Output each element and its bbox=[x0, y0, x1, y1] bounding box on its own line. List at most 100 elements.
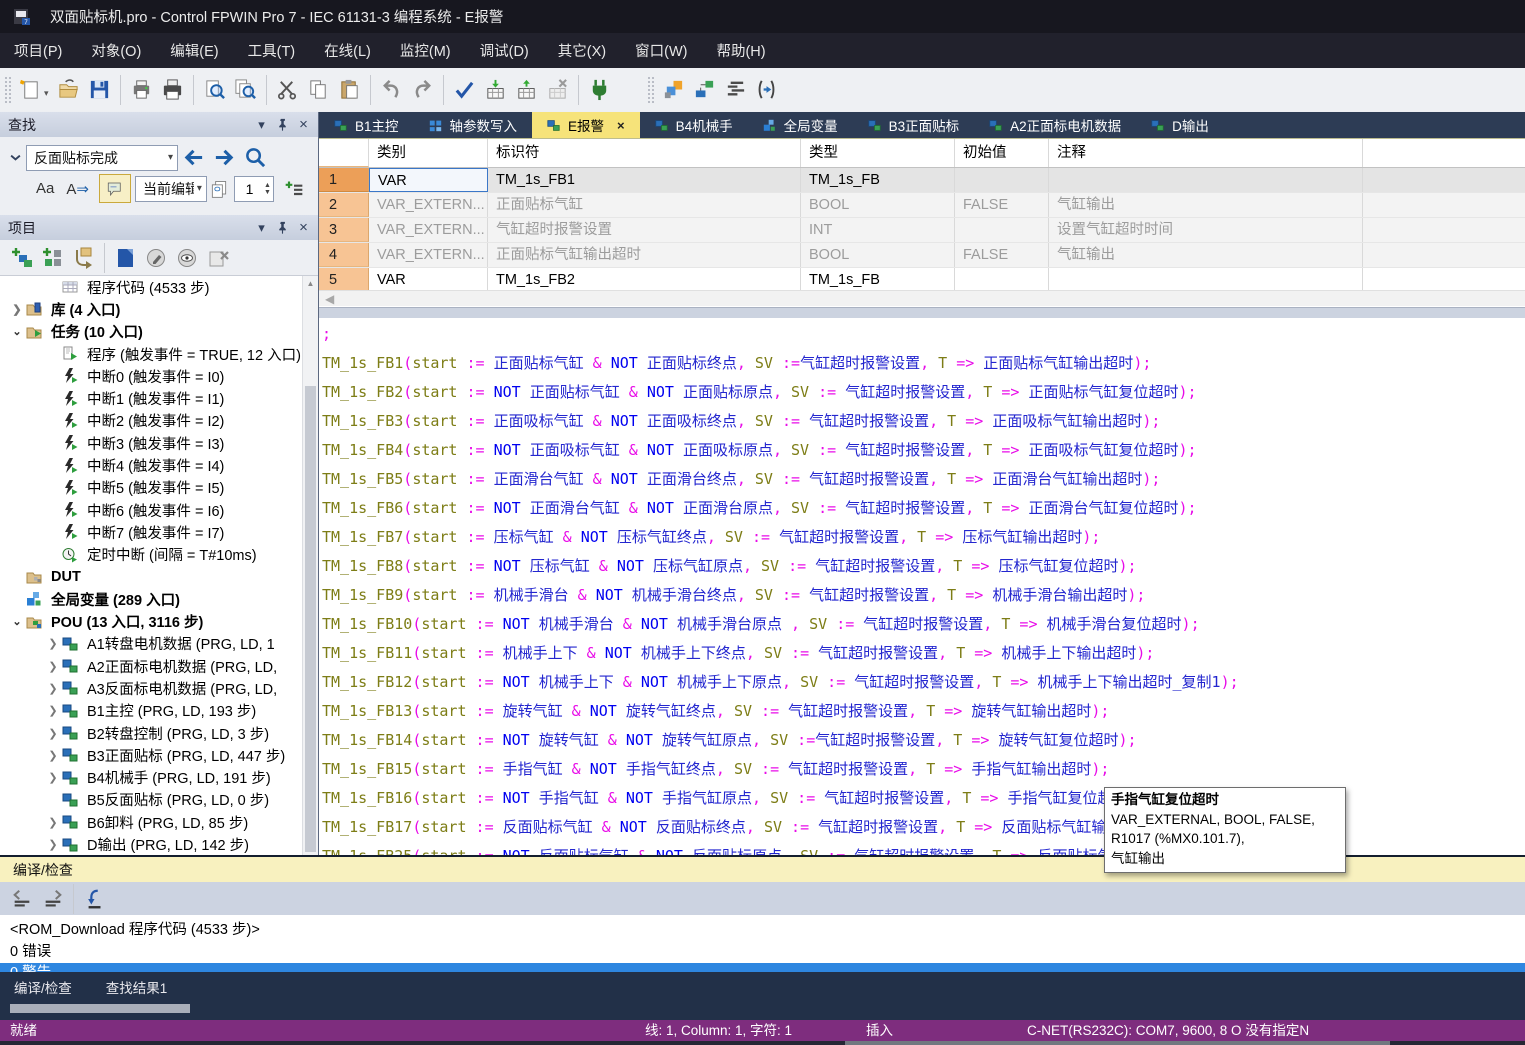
find-icon[interactable] bbox=[201, 76, 228, 103]
expander-icon[interactable]: ❯ bbox=[44, 838, 62, 851]
cell-initial[interactable] bbox=[955, 268, 1049, 292]
tree-item[interactable]: 定时中断 (间隔 = T#10ms) bbox=[0, 544, 318, 566]
menu-项目(P)[interactable]: 项目(P) bbox=[2, 33, 74, 68]
tree-scrollbar[interactable]: ▲ bbox=[302, 276, 318, 855]
code-line[interactable]: ; bbox=[322, 320, 1525, 349]
code-line[interactable]: TM_1s_FB9(start := 机械手滑台 & NOT 机械手滑台终点, … bbox=[322, 581, 1525, 610]
search-icon[interactable] bbox=[242, 144, 269, 171]
menu-对象(O)[interactable]: 对象(O) bbox=[79, 33, 153, 68]
match-case-icon[interactable]: Aa bbox=[36, 180, 54, 197]
code-line[interactable]: TM_1s_FB8(start := NOT 压标气缸 & NOT 压标气缸原点… bbox=[322, 552, 1525, 581]
tree-item[interactable]: B5反面贴标 (PRG, LD, 0 步) bbox=[0, 789, 318, 811]
tab-B1主控[interactable]: B1主控 bbox=[319, 112, 414, 138]
output-line[interactable]: 0 错误 bbox=[10, 941, 1525, 963]
tree-item[interactable]: DUT bbox=[0, 566, 318, 588]
menu-在线(L)[interactable]: 在线(L) bbox=[312, 33, 383, 68]
find-next-icon[interactable] bbox=[211, 144, 238, 171]
insert-network-icon[interactable] bbox=[691, 76, 718, 103]
online-mode-icon[interactable] bbox=[586, 76, 613, 103]
cell-identifier[interactable]: 正面贴标气缸输出超时 bbox=[488, 243, 801, 267]
code-line[interactable]: TM_1s_FB5(start := 正面滑台气缸 & NOT 正面滑台终点, … bbox=[322, 465, 1525, 494]
new-item-icon[interactable] bbox=[112, 244, 139, 271]
code-line[interactable]: TM_1s_FB13(start := 旋转气缸 & NOT 旋转气缸终点, S… bbox=[322, 697, 1525, 726]
close-icon[interactable]: × bbox=[295, 219, 312, 236]
count-spinner[interactable]: ▲▼ bbox=[264, 182, 273, 196]
cell-class[interactable]: VAR bbox=[369, 168, 488, 192]
expander-icon[interactable]: ❯ bbox=[44, 704, 62, 717]
watch-list-icon[interactable] bbox=[722, 76, 749, 103]
tree-item[interactable]: 中断1 (触发事件 = I1) bbox=[0, 387, 318, 409]
add-to-list-icon[interactable] bbox=[284, 179, 304, 199]
code-line[interactable]: TM_1s_FB6(start := NOT 正面滑台气缸 & NOT 正面滑台… bbox=[322, 494, 1525, 523]
tree-item[interactable]: ❯B2转盘控制 (PRG, LD, 3 步) bbox=[0, 722, 318, 744]
search-scope-select[interactable]: 当前编辑 ▾ bbox=[135, 176, 207, 202]
expander-icon[interactable]: ❯ bbox=[44, 816, 62, 829]
cell-identifier[interactable]: 气缸超时报警设置 bbox=[488, 218, 801, 242]
code-line[interactable]: TM_1s_FB2(start := NOT 正面贴标气缸 & NOT 正面贴标… bbox=[322, 378, 1525, 407]
expander-icon[interactable]: ❯ bbox=[8, 303, 26, 316]
code-line[interactable]: TM_1s_FB1(start := 正面贴标气缸 & NOT 正面贴标终点, … bbox=[322, 349, 1525, 378]
tree-item[interactable]: 程序代码 (4533 步) bbox=[0, 276, 318, 298]
add-pou-icon[interactable] bbox=[8, 244, 35, 271]
output-scrollbar[interactable] bbox=[10, 1004, 190, 1013]
import-icon[interactable] bbox=[70, 244, 97, 271]
cell-comment[interactable] bbox=[1049, 168, 1363, 192]
menu-编辑(E)[interactable]: 编辑(E) bbox=[158, 33, 230, 68]
tab-全局变量[interactable]: 全局变量 bbox=[748, 112, 853, 138]
column-header[interactable]: 类型 bbox=[801, 139, 955, 167]
open-project-icon[interactable] bbox=[55, 76, 82, 103]
output-line[interactable]: <ROM_Download 程序代码 (4533 步)> bbox=[10, 919, 1525, 941]
tree-item[interactable]: ❯B1主控 (PRG, LD, 193 步) bbox=[0, 700, 318, 722]
row-number[interactable]: 3 bbox=[319, 218, 369, 242]
comment-search-toggle-icon[interactable] bbox=[99, 174, 131, 203]
undo-icon[interactable] bbox=[378, 76, 405, 103]
cell-initial[interactable]: FALSE bbox=[955, 243, 1049, 267]
tree-item[interactable]: ❯B6卸料 (PRG, LD, 85 步) bbox=[0, 811, 318, 833]
cell-type[interactable]: BOOL bbox=[801, 193, 955, 217]
pin-icon[interactable] bbox=[274, 116, 291, 133]
menu-其它(X)[interactable]: 其它(X) bbox=[546, 33, 618, 68]
code-line[interactable]: TM_1s_FB10(start := NOT 机械手滑台 & NOT 机械手滑… bbox=[322, 610, 1525, 639]
cell-type[interactable]: BOOL bbox=[801, 243, 955, 267]
chevron-down-icon[interactable]: ▾ bbox=[253, 219, 270, 236]
column-header[interactable]: 初始值 bbox=[955, 139, 1049, 167]
row-number[interactable]: 1 bbox=[319, 168, 369, 192]
tree-item[interactable]: ❯B3正面贴标 (PRG, LD, 447 步) bbox=[0, 744, 318, 766]
selected-output-line[interactable]: 0 警告 bbox=[0, 963, 1525, 972]
tab-A2正面标电机数据[interactable]: A2正面标电机数据 bbox=[974, 112, 1136, 138]
edit-item-icon[interactable] bbox=[143, 244, 170, 271]
pou-blocks-icon[interactable] bbox=[660, 76, 687, 103]
tab-E报警[interactable]: E报警× bbox=[532, 112, 640, 138]
upload-program-icon[interactable] bbox=[513, 76, 540, 103]
tree-item[interactable]: 程序 (触发事件 = TRUE, 12 入口) bbox=[0, 343, 318, 365]
cell-type[interactable]: TM_1s_FB bbox=[801, 268, 955, 292]
copy-icon[interactable] bbox=[305, 76, 332, 103]
column-header[interactable]: 标识符 bbox=[488, 139, 801, 167]
expander-icon[interactable]: ⌄ bbox=[8, 615, 26, 628]
cell-class[interactable]: VAR_EXTERN... bbox=[369, 243, 488, 267]
tree-item[interactable]: 中断2 (触发事件 = I2) bbox=[0, 410, 318, 432]
code-line[interactable]: TM_1s_FB12(start := NOT 机械手上下 & NOT 机械手上… bbox=[322, 668, 1525, 697]
tree-item[interactable]: ⌄任务 (10 入口) bbox=[0, 321, 318, 343]
next-message-icon[interactable] bbox=[39, 885, 66, 912]
cell-class[interactable]: VAR_EXTERN... bbox=[369, 193, 488, 217]
whole-word-icon[interactable]: A⇒ bbox=[66, 180, 89, 198]
tree-item[interactable]: 中断6 (触发事件 = I6) bbox=[0, 499, 318, 521]
scroll-up-icon[interactable]: ▲ bbox=[303, 276, 318, 291]
new-dropdown-caret-icon[interactable]: ▾ bbox=[44, 88, 49, 99]
redo-icon[interactable] bbox=[409, 76, 436, 103]
expander-icon[interactable]: ❯ bbox=[44, 660, 62, 673]
expander-icon[interactable]: ❯ bbox=[44, 727, 62, 740]
view-item-icon[interactable] bbox=[174, 244, 201, 271]
close-icon[interactable]: × bbox=[295, 116, 312, 133]
combo-caret-icon[interactable]: ▾ bbox=[197, 183, 202, 194]
cell-initial[interactable] bbox=[955, 168, 1049, 192]
tree-item[interactable]: 中断5 (触发事件 = I5) bbox=[0, 477, 318, 499]
combo-caret-icon[interactable]: ▾ bbox=[168, 152, 173, 163]
close-tab-icon[interactable]: × bbox=[617, 118, 625, 133]
download-program-icon[interactable] bbox=[482, 76, 509, 103]
tree-item[interactable]: ❯D输出 (PRG, LD, 142 步) bbox=[0, 833, 318, 855]
expander-icon[interactable]: ❯ bbox=[44, 749, 62, 762]
tree-item[interactable]: ❯B4机械手 (PRG, LD, 191 步) bbox=[0, 767, 318, 789]
cell-comment[interactable] bbox=[1049, 268, 1363, 292]
